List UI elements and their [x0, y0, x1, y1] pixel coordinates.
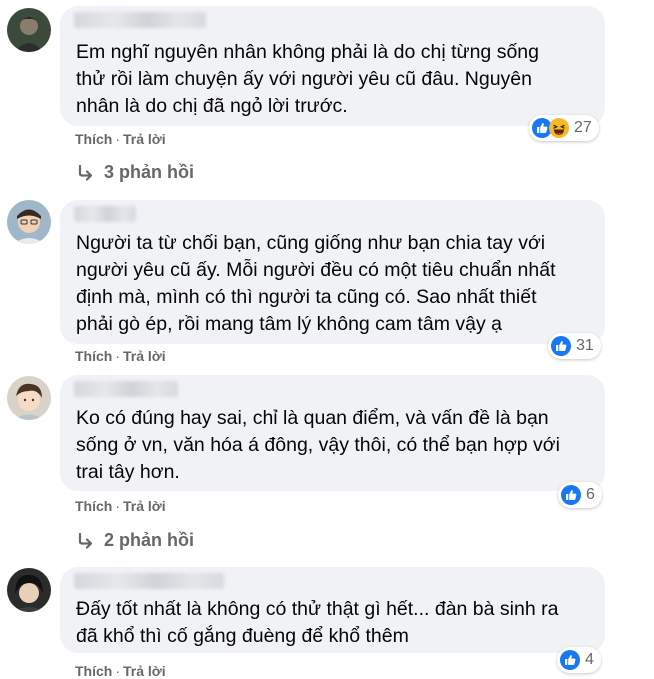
reply-action[interactable]: Trả lời [123, 348, 166, 364]
comment-text-line: Ko có đúng hay sai, chỉ là quan điểm, và… [76, 407, 549, 429]
reaction-count: 27 [574, 119, 592, 136]
avatar[interactable] [7, 376, 51, 420]
author-name-blurred[interactable] [74, 381, 178, 397]
comment-text-line: Đấy tốt nhất là không có thử thật gì hết… [76, 598, 559, 620]
comment-text-line: Em nghĩ nguyên nhân không phải là do chị… [76, 41, 539, 63]
comment-bubble: Người ta từ chối bạn, cũng giống như bạn… [60, 200, 605, 344]
like-action[interactable]: Thích [75, 498, 112, 514]
like-reaction-icon [561, 485, 581, 505]
reply-action[interactable]: Trả lời [123, 131, 166, 147]
replies-count-label: 2 phản hồi [104, 530, 194, 550]
comment: Người ta từ chối bạn, cũng giống như bạn… [0, 190, 654, 370]
reply-arrow-icon [78, 164, 93, 181]
comment-text-line: thử rồi làm chuyện ấy với người yêu cũ đ… [76, 68, 532, 90]
comment-text-line: người yêu cũ ấy. Mỗi người đều có một ti… [76, 259, 556, 281]
comment: Ko có đúng hay sai, chỉ là quan điểm, và… [0, 370, 654, 560]
comment-actions: Thích · Trả lời [75, 663, 166, 679]
author-name-blurred[interactable] [74, 573, 224, 589]
reply-action[interactable]: Trả lời [123, 498, 166, 514]
comment-text-line: nhân là do chị đã ngỏ lời trước. [76, 95, 348, 117]
reaction-count: 4 [585, 651, 594, 668]
comment-bubble: Ko có đúng hay sai, chỉ là quan điểm, và… [60, 375, 605, 491]
comment-text-line: Người ta từ chối bạn, cũng giống như bạn… [76, 232, 546, 254]
reaction-summary[interactable]: 4 [557, 647, 601, 673]
comment: Em nghĩ nguyên nhân không phải là do chị… [0, 0, 654, 190]
like-reaction-icon [560, 650, 580, 670]
comment-actions: Thích · Trả lời [75, 498, 166, 514]
reaction-count: 6 [586, 486, 595, 503]
comment-text-line: định mà, mình có thì người ta cũng có. S… [76, 286, 537, 308]
reaction-summary[interactable]: 31 [548, 333, 601, 359]
separator-dot: · [115, 348, 121, 364]
view-replies-link[interactable]: 3 phản hồi [76, 162, 194, 183]
comment-text: Người ta từ chối bạn, cũng giống như bạn… [76, 230, 591, 338]
reaction-summary[interactable]: 27 [529, 115, 599, 141]
separator-dot: · [115, 498, 121, 514]
comment-text: Em nghĩ nguyên nhân không phải là do chị… [76, 39, 591, 120]
avatar[interactable] [7, 568, 51, 612]
comment-text: Đấy tốt nhất là không có thử thật gì hết… [76, 596, 591, 650]
comment-actions: Thích · Trả lời [75, 131, 166, 147]
comment-bubble: Đấy tốt nhất là không có thử thật gì hết… [60, 567, 605, 653]
comment-text-line: sống ở vn, văn hóa á đông, vậy thôi, có … [76, 434, 560, 456]
author-name-blurred[interactable] [74, 206, 136, 222]
reply-action[interactable]: Trả lời [123, 663, 166, 679]
comment-text: Ko có đúng hay sai, chỉ là quan điểm, và… [76, 405, 591, 486]
like-action[interactable]: Thích [75, 663, 112, 679]
avatar[interactable] [7, 200, 51, 244]
like-action[interactable]: Thích [75, 131, 112, 147]
comment: Đấy tốt nhất là không có thử thật gì hết… [0, 560, 654, 679]
replies-count-label: 3 phản hồi [104, 162, 194, 182]
separator-dot: · [115, 131, 121, 147]
separator-dot: · [115, 663, 121, 679]
haha-reaction-icon [549, 118, 569, 138]
comment-bubble: Em nghĩ nguyên nhân không phải là do chị… [60, 6, 605, 126]
author-name-blurred[interactable] [74, 12, 206, 28]
reaction-summary[interactable]: 6 [558, 482, 602, 508]
comment-text-line: đã khổ thì cố gắng đuèng để khổ thêm [76, 625, 409, 647]
comment-actions: Thích · Trả lời [75, 348, 166, 364]
avatar[interactable] [7, 8, 51, 52]
comment-text-line: trai tây hơn. [76, 461, 180, 483]
like-reaction-icon [551, 336, 571, 356]
reaction-count: 31 [576, 337, 594, 354]
view-replies-link[interactable]: 2 phản hồi [76, 530, 194, 551]
reply-arrow-icon [78, 532, 93, 549]
comment-text-line: phải gò ép, rồi mang tâm lý không cam tâ… [76, 313, 502, 335]
like-action[interactable]: Thích [75, 348, 112, 364]
